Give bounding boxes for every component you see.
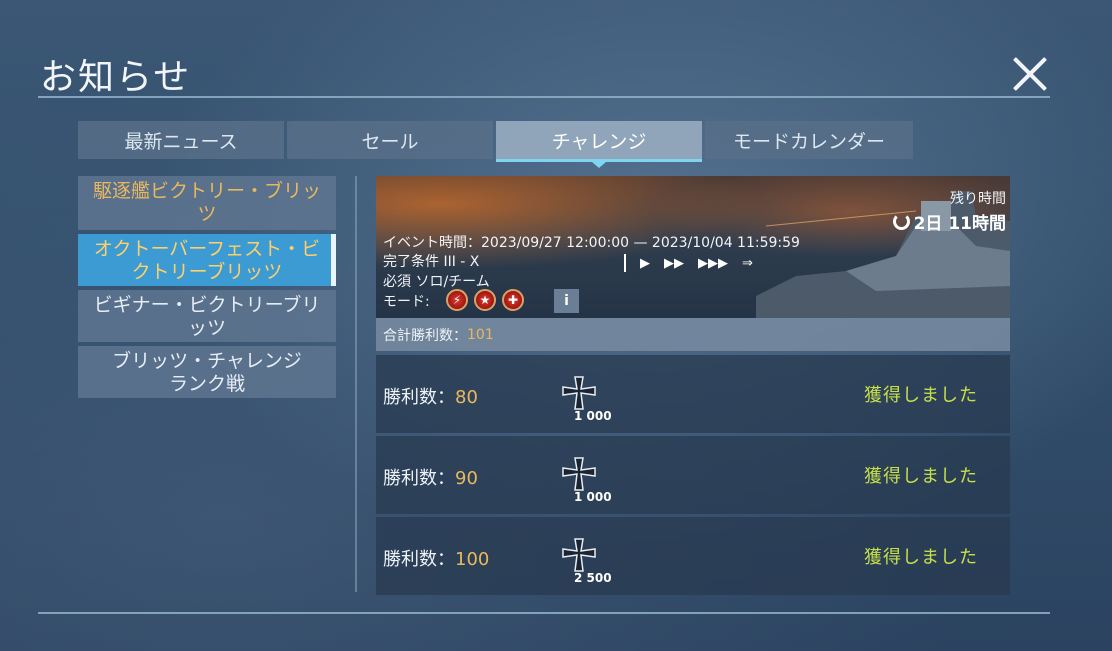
tab-label: モードカレンダー [732,130,885,153]
iron-cross-icon [562,538,596,572]
wins-label: 勝利数： [383,468,455,489]
bottom-divider [38,612,1050,614]
wins-label: 勝利数： [383,387,455,408]
reward-amount: 1 000 [574,409,612,423]
wins-value: 80 [455,387,478,408]
reward-amount: 2 500 [574,571,612,585]
reward-label: 勝利数：100 [383,545,489,571]
mode-icon-3: ✚ [502,289,524,311]
tab-bar: 最新ニュース セール チャレンジ モードカレンダー [78,121,913,168]
total-wins-value: 101 [467,326,494,343]
mode-icons: ⚡ ★ ✚ [446,289,524,311]
skip-icon[interactable]: ⇒ [742,256,753,271]
sidebar-item-label: クトリーブリッツ [131,261,283,283]
remaining-time-label: 残り時間 [950,191,1006,207]
title-divider [38,96,1050,98]
sidebar-item-beginner[interactable]: ビギナー・ビクトリーブリ ッツ [78,290,336,342]
tab-challenge[interactable]: チャレンジ [496,121,702,168]
reward-status: 獲得しました [864,547,978,568]
reward-status: 獲得しました [864,466,978,487]
wins-label: 勝利数： [383,549,455,570]
iron-cross-icon [562,457,596,491]
page-title: お知らせ [40,57,192,98]
sidebar-item-ranked[interactable]: ブリッツ・チャレンジ ランク戦 [78,346,336,398]
event-banner: 残り時間 2日 11時間 イベント時間：2023/09/27 12:00:00 … [376,176,1010,318]
mode-icon-1: ⚡ [446,289,468,311]
playback-divider [624,254,626,272]
total-wins: 合計勝利数： 101 [376,318,1010,351]
complete-condition: 完了条件 III - X [383,254,480,270]
faster-forward-icon[interactable]: ▶▶▶ [698,256,728,271]
tab-label: 最新ニュース [124,130,238,153]
playback-controls: ▶ ▶▶ ▶▶▶ ⇒ [624,254,753,272]
remaining-time: 2日 11時間 [892,209,1006,234]
tab-label: チャレンジ [551,130,647,153]
sidebar-item-label: オクトーバーフェスト・ビ [93,238,321,260]
fast-forward-icon[interactable]: ▶▶ [664,256,684,271]
active-tab-notch [592,162,606,168]
total-wins-label: 合計勝利数： [383,327,467,344]
reward-label: 勝利数：80 [383,383,478,409]
event-time: イベント時間：2023/09/27 12:00:00 — 2023/10/04 … [383,235,800,251]
sidebar-item-label: ランク戦 [168,373,245,395]
sidebar-item-oktoberfest[interactable]: オクトーバーフェスト・ビ クトリーブリッツ [78,234,336,286]
wins-value: 90 [455,468,478,489]
reward-row: 勝利数：100 2 500 獲得しました [376,517,1010,595]
sidebar-item-label: ビギナー・ビクトリーブリ [93,294,321,316]
reward-status: 獲得しました [864,385,978,406]
sidebar-item-label: ッツ [187,317,226,339]
selected-indicator [331,234,336,286]
iron-cross-icon [562,376,596,410]
close-icon[interactable] [1008,52,1052,96]
reward-label: 勝利数：90 [383,464,478,490]
play-icon[interactable]: ▶ [640,256,650,271]
reward-list: 勝利数：80 1 000 獲得しました 勝利数：90 1 000 獲得しました … [376,355,1010,598]
reward-amount: 1 000 [574,490,612,504]
mode-icon-2: ★ [474,289,496,311]
sidebar-item-label: 駆逐艦ビクトリー・ブリッ [92,180,321,202]
panel-divider [355,176,357,592]
sidebar-item-destroyer-blitz[interactable]: 駆逐艦ビクトリー・ブリッ ツ [78,176,336,230]
wins-value: 100 [455,549,490,570]
remaining-time-value: 2日 11時間 [913,214,1006,234]
timer-icon [892,213,910,230]
reward-row: 勝利数：80 1 000 獲得しました [376,355,1010,433]
info-button[interactable]: i [554,289,579,313]
tab-news[interactable]: 最新ニュース [78,121,284,159]
sidebar-item-label: ブリッツ・チャレンジ [112,350,302,372]
sidebar: 駆逐艦ビクトリー・ブリッ ツ オクトーバーフェスト・ビ クトリーブリッツ ビギナ… [78,176,336,402]
tab-sale[interactable]: セール [287,121,493,159]
mode-label: モード: [383,294,430,310]
sidebar-item-label: ツ [197,203,217,225]
tab-label: セール [361,130,419,153]
required-mode: 必須 ソロ/チーム [383,274,490,290]
reward-row: 勝利数：90 1 000 獲得しました [376,436,1010,514]
tab-mode-calendar[interactable]: モードカレンダー [705,121,913,159]
